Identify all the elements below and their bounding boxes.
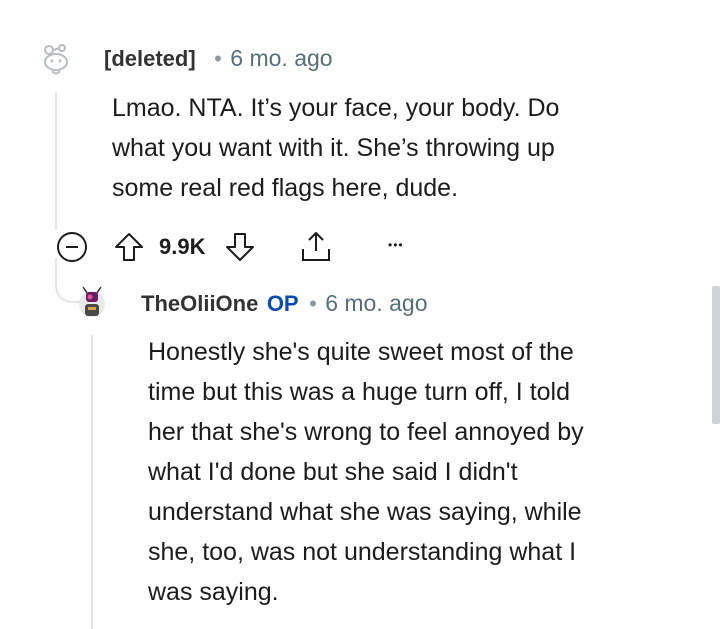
scrollbar-thumb[interactable]	[712, 286, 720, 424]
comment-2-line: she, too, was not understanding what I	[148, 538, 577, 566]
comment-1-line: what you want with it. She’s throwing up	[112, 134, 555, 162]
more-options-button[interactable]: •••	[388, 238, 404, 252]
comment-2-header: TheOliiOne OP • 6 mo. ago	[141, 290, 428, 317]
comment-2-body: Honestly she's quite sweet most of the t…	[148, 332, 708, 612]
vote-count: 9.9K	[159, 234, 206, 259]
comment-1-timestamp[interactable]: 6 mo. ago	[230, 45, 332, 71]
deleted-avatar	[40, 42, 72, 78]
comment-2-line: understand what she was saying, while	[148, 498, 582, 526]
comment-2-line: Honestly she's quite sweet most of the	[148, 338, 574, 366]
comment-1-separator: •	[214, 46, 222, 71]
comment-2-timestamp[interactable]: 6 mo. ago	[325, 290, 427, 316]
upvote-icon	[115, 233, 143, 261]
comment-2-separator: •	[309, 291, 317, 316]
comment-1-line: some real red flags here, dude.	[112, 174, 459, 202]
share-button[interactable]	[298, 229, 334, 265]
oliione-avatar[interactable]	[77, 284, 107, 320]
comment-1-body: Lmao. NTA. It’s your face, your body. Do…	[112, 88, 672, 208]
comment-2-line: time but this was a huge turn off, I tol…	[148, 378, 570, 406]
comment-2-line: what I'd done but she said I didn't	[148, 458, 518, 486]
comment-1-username[interactable]: [deleted]	[104, 46, 196, 71]
collapse-icon	[57, 232, 87, 262]
comment-1-line: Lmao. NTA. It’s your face, your body. Do	[112, 94, 560, 122]
thread-line-root	[55, 92, 57, 230]
comment-1-header: [deleted] • 6 mo. ago	[104, 45, 333, 72]
snoo-icon	[44, 44, 68, 75]
comment-2-username[interactable]: TheOliiOne	[141, 291, 258, 316]
comment-2-line: was saying.	[148, 578, 279, 606]
avatar-icon	[79, 286, 105, 317]
thread-line-child	[91, 335, 93, 629]
op-badge: OP	[266, 291, 299, 316]
downvote-button[interactable]	[223, 230, 257, 264]
comment-2-line: her that she's wrong to feel annoyed by	[148, 418, 584, 446]
downvote-icon	[226, 233, 254, 261]
collapse-button[interactable]	[56, 231, 88, 263]
upvote-button[interactable]	[112, 230, 146, 264]
share-icon	[302, 232, 330, 261]
